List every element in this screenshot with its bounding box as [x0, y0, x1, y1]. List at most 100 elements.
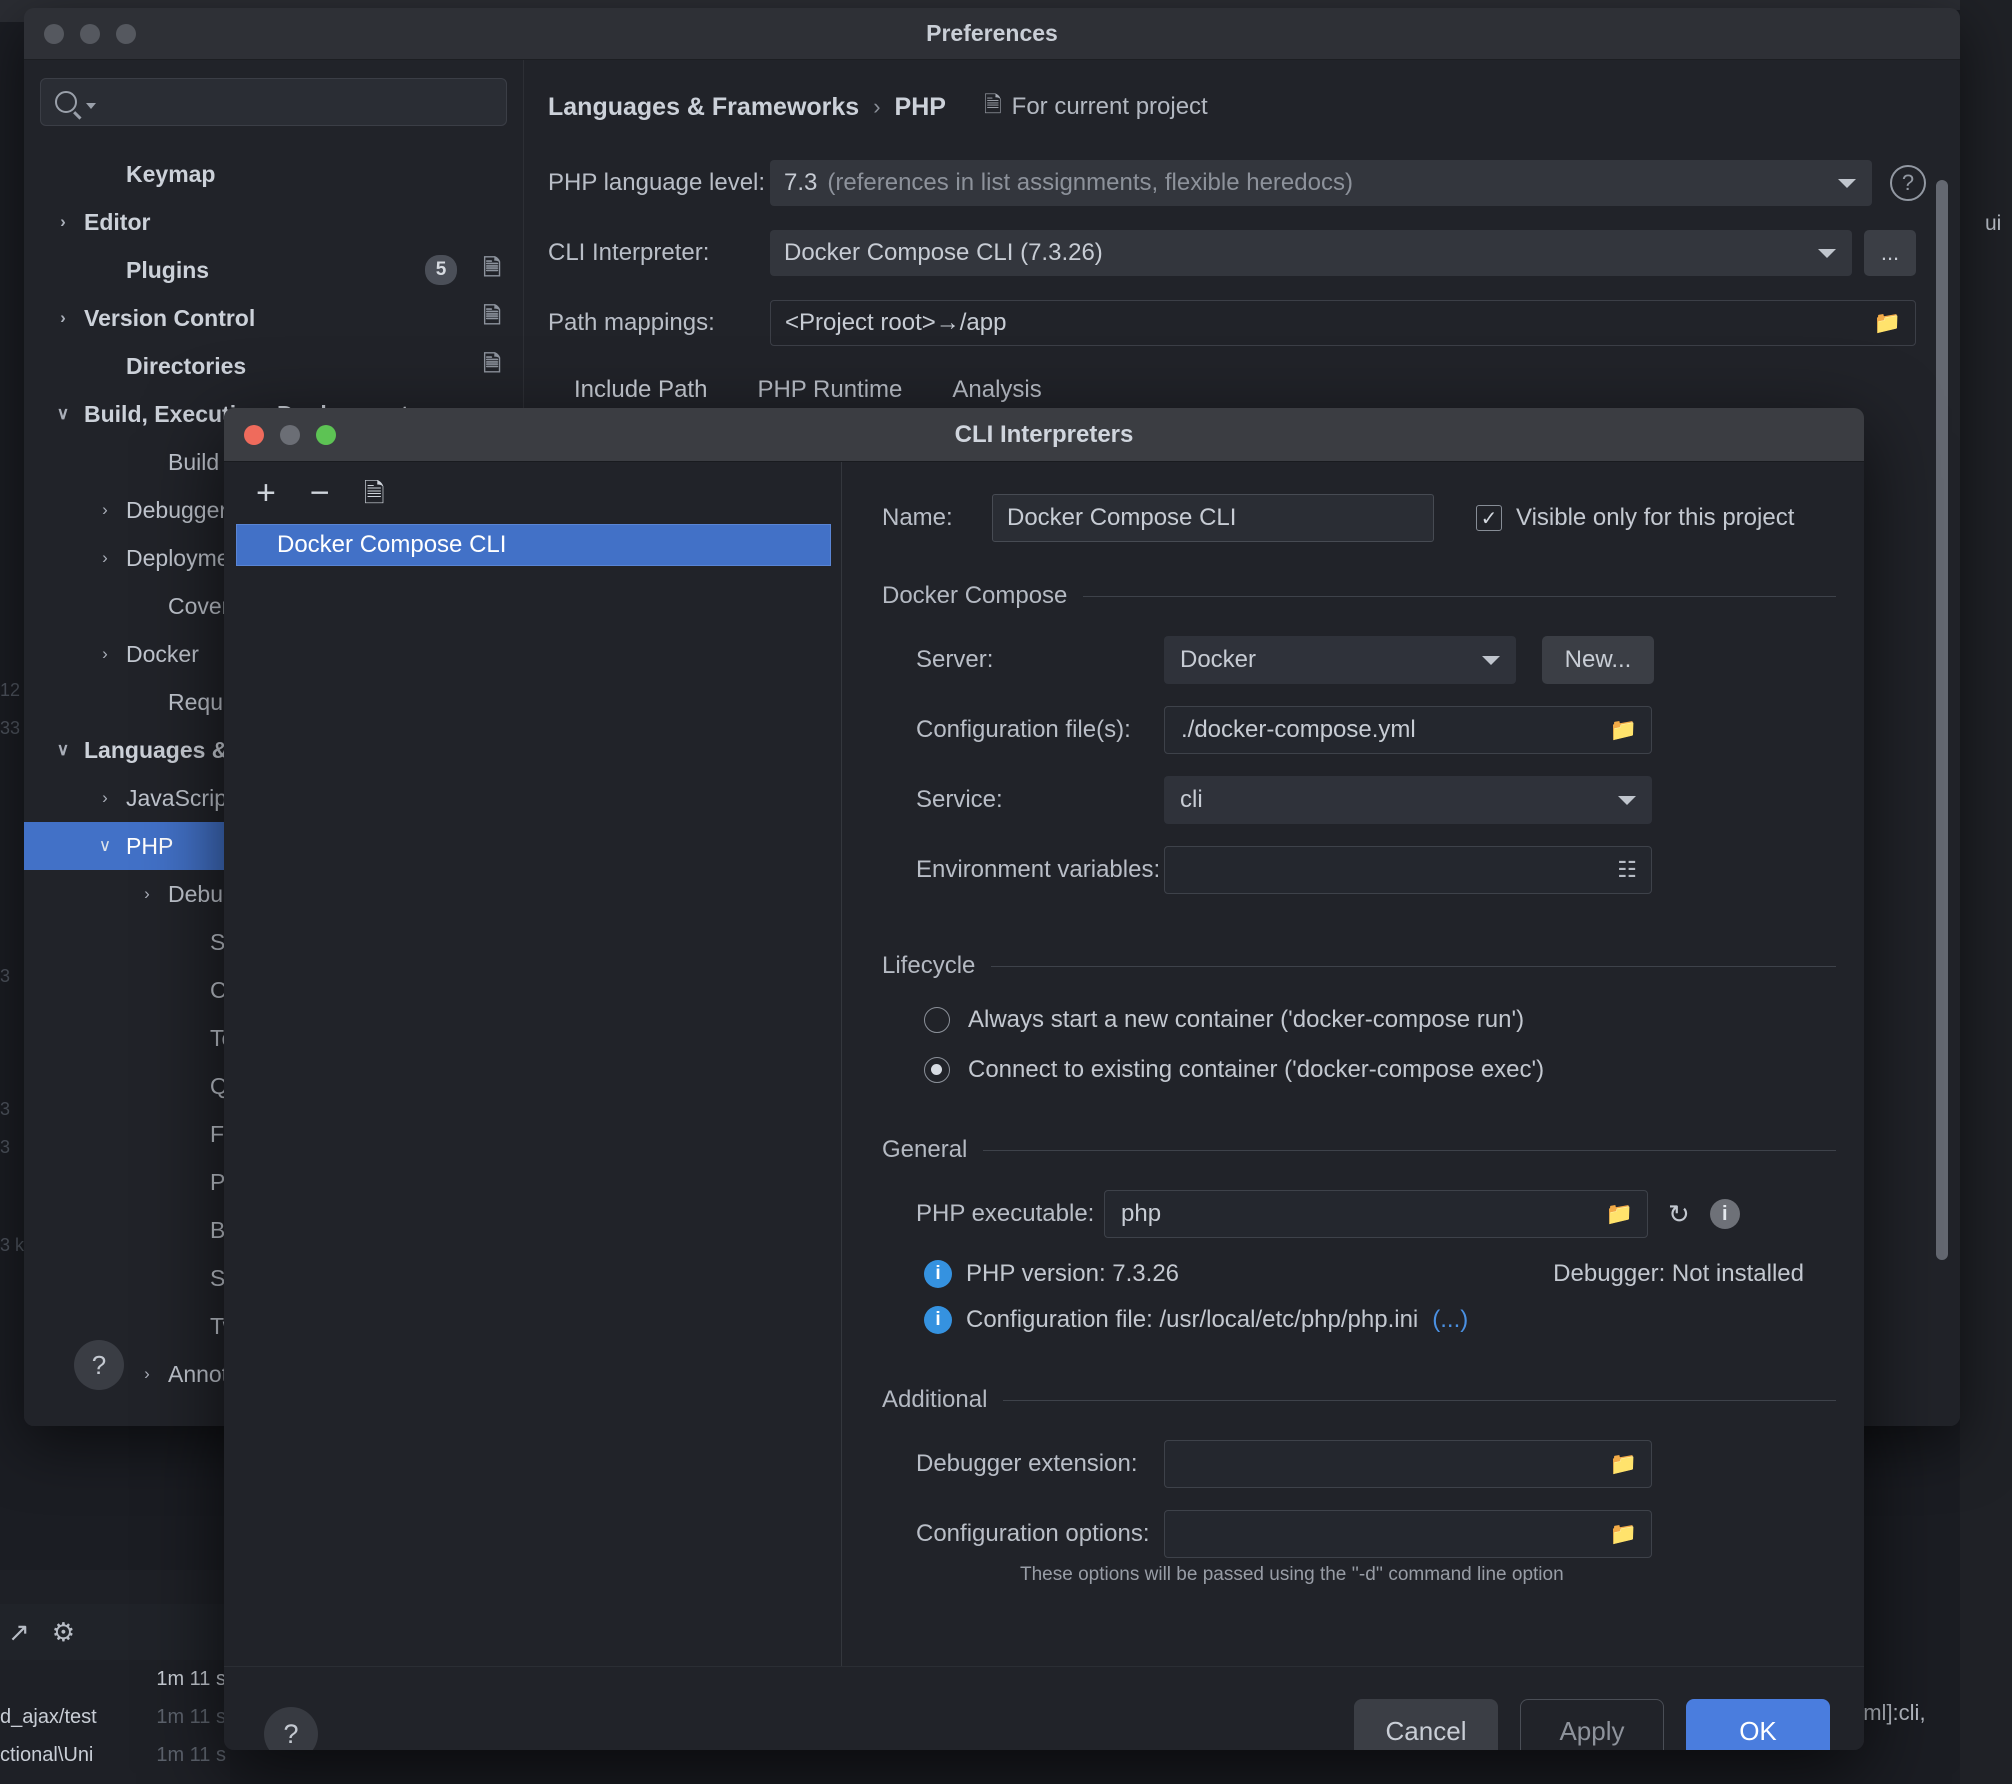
export-icon[interactable]: ↗ [8, 1619, 30, 1645]
php-executable-label: PHP executable: [916, 1200, 1104, 1228]
info-icon[interactable]: i [1710, 1199, 1740, 1229]
section-general: General [882, 1136, 1836, 1164]
php-language-level-select[interactable]: 7.3 (references in list assignments, fle… [770, 160, 1872, 206]
chevron-down-icon[interactable] [86, 103, 96, 109]
radio-selected-icon [924, 1057, 950, 1083]
dialog-actions: Cancel Apply OK [1354, 1699, 1830, 1750]
visible-only-checkbox[interactable]: ✓ Visible only for this project [1476, 504, 1794, 532]
php-executable-input[interactable]: php 📁 [1104, 1190, 1648, 1238]
folder-icon[interactable]: 📁 [1610, 717, 1637, 743]
chevron-icon[interactable]: › [92, 788, 118, 808]
window-title: Preferences [24, 20, 1960, 47]
service-select[interactable]: cli [1164, 776, 1652, 824]
copy-icon: 🗎 [984, 88, 1002, 126]
lifecycle-option-new[interactable]: Always start a new container ('docker-co… [924, 1006, 1836, 1034]
scope-indicator[interactable]: 🗎 For current project [984, 88, 1208, 126]
cli-interpreter-select[interactable]: Docker Compose CLI (7.3.26) [770, 230, 1852, 276]
folder-icon[interactable]: 📁 [1874, 310, 1901, 336]
tab-php-runtime[interactable]: PHP Runtime [757, 376, 902, 404]
remove-interpreter-button[interactable]: − [310, 476, 330, 510]
list-item: d_ajax/test 1m 11 s [0, 1698, 230, 1736]
php-settings-tabs[interactable]: Include Path PHP Runtime Analysis [548, 376, 1926, 404]
chevron-down-icon[interactable] [1482, 656, 1500, 665]
sidebar-item-label: Docker [126, 641, 199, 668]
duration-value: 1m 11 s [156, 1668, 226, 1691]
name-label: Name: [882, 504, 992, 532]
add-interpreter-button[interactable]: + [256, 476, 276, 510]
preferences-titlebar: Preferences [24, 8, 1960, 60]
chevron-icon[interactable]: › [92, 548, 118, 568]
copy-icon[interactable]: 🗎 [364, 480, 385, 506]
chevron-icon[interactable]: ∨ [50, 404, 76, 424]
cli-interpreter-label: CLI Interpreter: [548, 239, 770, 267]
copy-icon[interactable]: 🗎 [483, 251, 501, 289]
chevron-icon[interactable]: › [50, 308, 76, 328]
scrollbar-vertical[interactable] [1936, 180, 1948, 1260]
chevron-down-icon[interactable] [1818, 249, 1836, 258]
path-mappings-value: <Project root>→/app [785, 309, 1006, 337]
settings-search[interactable] [24, 60, 523, 136]
cancel-button[interactable]: Cancel [1354, 1699, 1498, 1750]
search-input[interactable] [40, 78, 507, 126]
refresh-icon[interactable]: ↻ [1668, 1199, 1690, 1230]
chevron-icon[interactable]: ∨ [50, 740, 76, 760]
sidebar-item-version-control[interactable]: ›Version Control🗎 [24, 294, 523, 342]
new-server-button[interactable]: New... [1542, 636, 1654, 684]
configuration-options-hint: These options will be passed using the '… [1020, 1564, 1836, 1586]
debugger-extension-input[interactable]: 📁 [1164, 1440, 1652, 1488]
duration-value: 1m 11 s [156, 1706, 226, 1729]
folder-icon[interactable]: 📁 [1610, 1451, 1637, 1477]
php-executable-row: PHP executable: php 📁 ↻ i [882, 1190, 1836, 1238]
configuration-options-input[interactable]: 📁 [1164, 1510, 1652, 1558]
tab-include-path[interactable]: Include Path [574, 376, 707, 404]
name-value: Docker Compose CLI [1007, 504, 1236, 532]
sidebar-item-directories[interactable]: Directories🗎 [24, 342, 523, 390]
chevron-icon[interactable]: › [134, 1364, 160, 1384]
name-input[interactable]: Docker Compose CLI [992, 494, 1434, 542]
server-select[interactable]: Docker [1164, 636, 1516, 684]
chevron-icon[interactable]: › [134, 884, 160, 904]
apply-button[interactable]: Apply [1520, 1699, 1664, 1750]
help-icon[interactable]: ? [1890, 165, 1926, 201]
config-file-link[interactable]: (...) [1432, 1306, 1468, 1334]
chevron-down-icon[interactable] [1838, 179, 1856, 188]
path-mappings-field[interactable]: <Project root>→/app 📁 [770, 300, 1916, 346]
gear-icon[interactable]: ⚙ [52, 1619, 75, 1645]
breadcrumb-root[interactable]: Languages & Frameworks [548, 93, 859, 122]
chevron-icon[interactable]: ∨ [92, 836, 118, 856]
config-files-input[interactable]: ./docker-compose.yml 📁 [1164, 706, 1652, 754]
php-executable-value: php [1121, 1200, 1161, 1228]
ide-right-panel [1960, 0, 2012, 1784]
section-title: Additional [882, 1386, 987, 1414]
folder-icon[interactable]: 📁 [1606, 1201, 1633, 1227]
chevron-icon[interactable]: › [92, 500, 118, 520]
search-icon [55, 91, 77, 113]
ide-status-icon-row[interactable]: ↗ ⚙ [0, 1604, 230, 1660]
chevron-down-icon[interactable] [1618, 796, 1636, 805]
section-title: Docker Compose [882, 582, 1067, 610]
screen: 12 33 3 3 3 3 k ↗ ⚙ 1m 11 s d_ajax/test … [0, 0, 2012, 1784]
section-lifecycle: Lifecycle [882, 952, 1836, 980]
sidebar-item-plugins[interactable]: Plugins5🗎 [24, 246, 523, 294]
folder-icon[interactable]: 📁 [1610, 1521, 1637, 1547]
chevron-icon[interactable]: › [50, 212, 76, 232]
browse-interpreters-button[interactable]: ... [1864, 230, 1916, 276]
help-button[interactable]: ? [264, 1707, 318, 1750]
chevron-icon[interactable]: › [92, 644, 118, 664]
env-vars-input[interactable]: ☷ [1164, 846, 1652, 894]
copy-icon[interactable]: 🗎 [483, 347, 501, 385]
cli-interpreter-row: CLI Interpreter: Docker Compose CLI (7.3… [548, 230, 1926, 276]
tab-analysis[interactable]: Analysis [952, 376, 1041, 404]
php-language-level-row: PHP language level: 7.3 (references in l… [548, 160, 1926, 206]
sidebar-item-keymap[interactable]: Keymap [24, 150, 523, 198]
interpreter-list-panel: + − 🗎 Docker Compose CLI [224, 462, 842, 1666]
help-button[interactable]: ? [74, 1340, 124, 1390]
php-language-level-value: 7.3 [784, 169, 817, 197]
env-list-icon[interactable]: ☷ [1617, 857, 1637, 883]
sidebar-item-editor[interactable]: ›Editor [24, 198, 523, 246]
list-item[interactable]: Docker Compose CLI [236, 524, 831, 566]
copy-icon[interactable]: 🗎 [483, 299, 501, 337]
lifecycle-option-existing[interactable]: Connect to existing container ('docker-c… [924, 1056, 1836, 1084]
ok-button[interactable]: OK [1686, 1699, 1830, 1750]
interpreter-list-toolbar[interactable]: + − 🗎 [224, 462, 841, 524]
